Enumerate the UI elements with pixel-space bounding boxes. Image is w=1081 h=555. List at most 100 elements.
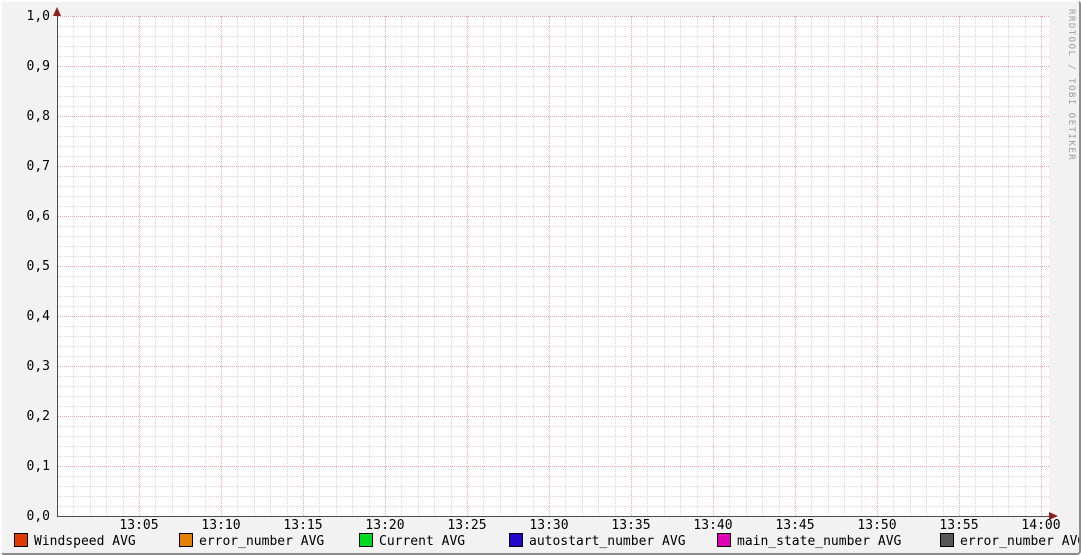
minor-gridline-horizontal <box>57 186 1049 187</box>
x-tick-label: 13:25 <box>447 518 487 533</box>
major-gridline-vertical <box>795 16 796 516</box>
minor-gridline-horizontal <box>57 196 1049 197</box>
y-tick-label: 0,9 <box>26 58 50 74</box>
major-gridline-vertical <box>1041 16 1042 516</box>
minor-gridline-vertical <box>532 16 534 516</box>
minor-gridline-vertical <box>483 16 485 516</box>
minor-gridline-horizontal <box>57 296 1049 297</box>
major-gridline-vertical <box>385 16 386 516</box>
major-gridline-horizontal <box>57 166 1049 167</box>
minor-gridline-horizontal <box>57 306 1049 307</box>
minor-gridline-vertical <box>909 16 911 516</box>
minor-gridline-vertical <box>991 16 993 516</box>
minor-gridline-horizontal <box>57 26 1049 27</box>
x-tick-label: 13:40 <box>693 518 733 533</box>
minor-gridline-vertical <box>696 16 698 516</box>
major-gridline-horizontal <box>57 216 1049 217</box>
minor-gridline-horizontal <box>57 426 1049 427</box>
minor-gridline-vertical <box>401 16 403 516</box>
x-tick-label: 13:50 <box>857 518 897 533</box>
legend-swatch-icon <box>14 533 28 547</box>
x-tick-label: 13:55 <box>939 518 979 533</box>
minor-gridline-vertical <box>122 16 124 516</box>
minor-gridline-vertical <box>811 16 813 516</box>
minor-gridline-horizontal <box>57 226 1049 227</box>
minor-gridline-horizontal <box>57 476 1049 477</box>
minor-gridline-vertical <box>237 16 239 516</box>
minor-gridline-horizontal <box>57 86 1049 87</box>
minor-gridline-vertical <box>729 16 731 516</box>
minor-gridline-vertical <box>434 16 436 516</box>
minor-gridline-horizontal <box>57 256 1049 257</box>
minor-gridline-horizontal <box>57 446 1049 447</box>
minor-gridline-vertical <box>778 16 780 516</box>
major-gridline-vertical <box>467 16 468 516</box>
minor-gridline-vertical <box>417 16 419 516</box>
legend-label: error_number AVG <box>960 534 1081 549</box>
minor-gridline-vertical <box>581 16 583 516</box>
minor-gridline-vertical <box>204 16 206 516</box>
minor-gridline-horizontal <box>57 336 1049 337</box>
minor-gridline-horizontal <box>57 496 1049 497</box>
major-gridline-vertical <box>221 16 222 516</box>
major-gridline-vertical <box>549 16 550 516</box>
minor-gridline-vertical <box>680 16 682 516</box>
minor-gridline-horizontal <box>57 136 1049 137</box>
major-gridline-horizontal <box>57 116 1049 117</box>
major-gridline-horizontal <box>57 316 1049 317</box>
minor-gridline-vertical <box>368 16 370 516</box>
minor-gridline-vertical <box>860 16 862 516</box>
minor-gridline-vertical <box>1008 16 1010 516</box>
legend-label: main_state_number AVG <box>737 534 902 549</box>
minor-gridline-vertical <box>647 16 649 516</box>
legend-swatch-icon <box>179 533 193 547</box>
minor-gridline-horizontal <box>57 236 1049 237</box>
minor-gridline-horizontal <box>57 156 1049 157</box>
minor-gridline-horizontal <box>57 486 1049 487</box>
minor-gridline-vertical <box>565 16 567 516</box>
major-gridline-horizontal <box>57 466 1049 467</box>
major-gridline-vertical <box>631 16 632 516</box>
legend-swatch-icon <box>940 533 954 547</box>
major-gridline-horizontal <box>57 416 1049 417</box>
x-tick-label: 13:30 <box>529 518 569 533</box>
minor-gridline-vertical <box>73 16 75 516</box>
legend-item-current-avg: Current AVG <box>359 533 465 550</box>
minor-gridline-horizontal <box>57 246 1049 247</box>
minor-gridline-vertical <box>352 16 354 516</box>
y-tick-label: 0,1 <box>26 458 50 474</box>
y-tick-label: 0,4 <box>26 308 50 324</box>
legend-item-windspeed-avg: Windspeed AVG <box>14 533 136 550</box>
x-tick-label: 13:15 <box>283 518 323 533</box>
legend-swatch-icon <box>359 533 373 547</box>
minor-gridline-horizontal <box>57 176 1049 177</box>
minor-gridline-horizontal <box>57 326 1049 327</box>
minor-gridline-horizontal <box>57 356 1049 357</box>
legend-swatch-icon <box>717 533 731 547</box>
legend-label: autostart_number AVG <box>529 534 686 549</box>
major-gridline-horizontal <box>57 66 1049 67</box>
minor-gridline-horizontal <box>57 406 1049 407</box>
major-gridline-vertical <box>713 16 714 516</box>
minor-gridline-horizontal <box>57 146 1049 147</box>
y-tick-label: 0,6 <box>26 208 50 224</box>
minor-gridline-vertical <box>975 16 977 516</box>
minor-gridline-horizontal <box>57 96 1049 97</box>
minor-gridline-vertical <box>270 16 272 516</box>
legend-label: error_number AVG <box>199 534 325 549</box>
minor-gridline-vertical <box>844 16 846 516</box>
minor-gridline-vertical <box>106 16 108 516</box>
minor-gridline-horizontal <box>57 396 1049 397</box>
rrdtool-watermark: RRDTOOL / TOBI OETIKER <box>1066 9 1076 162</box>
legend-item-autostart-number-avg: autostart_number AVG <box>509 533 686 550</box>
minor-gridline-horizontal <box>57 346 1049 347</box>
minor-gridline-vertical <box>926 16 928 516</box>
legend-item-main-state-number-avg: main_state_number AVG <box>717 533 901 550</box>
y-tick-label: 0,2 <box>26 408 50 424</box>
legend-label: Current AVG <box>379 534 466 549</box>
minor-gridline-vertical <box>286 16 288 516</box>
minor-gridline-vertical <box>188 16 190 516</box>
y-tick-label: 1,0 <box>26 8 50 24</box>
minor-gridline-vertical <box>335 16 337 516</box>
minor-gridline-vertical <box>450 16 452 516</box>
